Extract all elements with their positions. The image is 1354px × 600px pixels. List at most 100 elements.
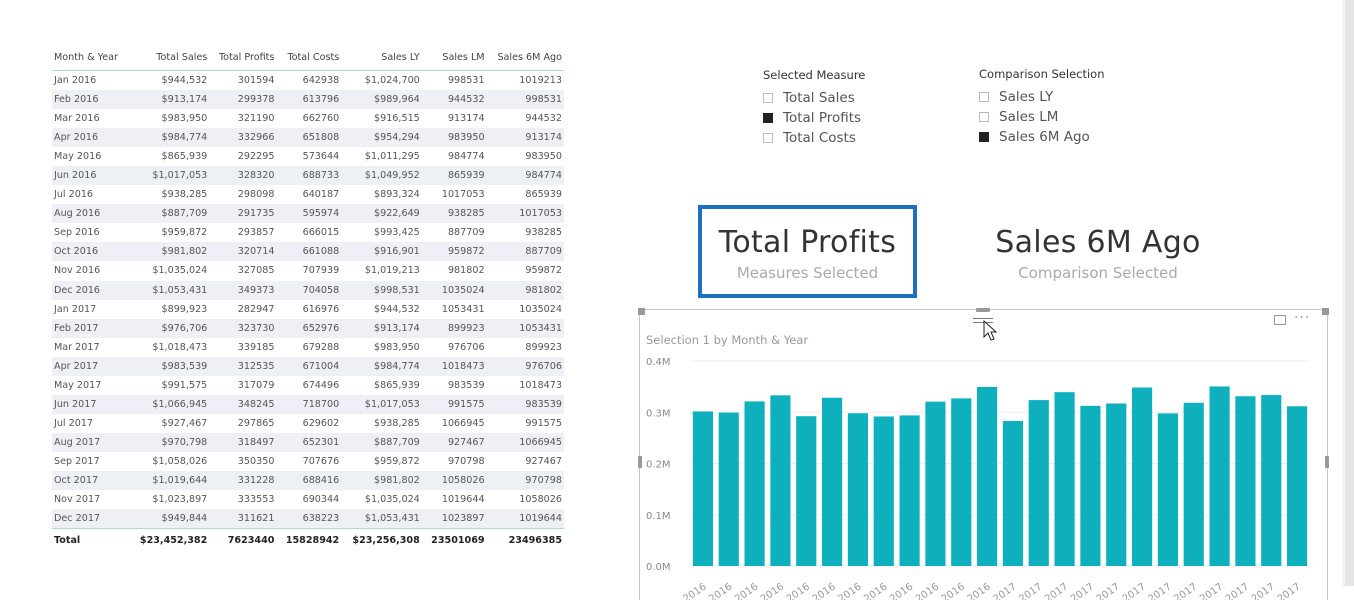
table-cell: $887,709 xyxy=(128,204,210,224)
bar[interactable] xyxy=(822,397,843,566)
slicer-item[interactable]: Total Costs xyxy=(763,128,865,148)
x-tick-label: 2017 xyxy=(1043,581,1070,600)
checkbox[interactable] xyxy=(763,113,773,123)
bar[interactable] xyxy=(951,398,972,566)
table-cell: 1035024 xyxy=(519,303,562,315)
table-row: Aug 2016 $887,709 291735 595974 $922,649 9382… xyxy=(52,204,564,224)
slicer-item[interactable]: Sales 6M Ago xyxy=(979,127,1105,147)
table-cell: Oct 2016 xyxy=(52,242,129,262)
bar[interactable] xyxy=(1106,403,1127,566)
table-cell: $913,174 xyxy=(341,318,422,338)
bar[interactable] xyxy=(1183,402,1204,566)
table-cell: $938,285 xyxy=(374,417,420,429)
table-cell: $1,066,945 xyxy=(128,394,210,414)
table-cell: 1053431 xyxy=(486,318,564,338)
chart-plot: 0.0M0.1M0.2M0.3M0.4M20162016201620162016… xyxy=(646,357,1310,600)
table-cell: 339185 xyxy=(237,341,275,353)
table-row: Jun 2017 $1,066,945 348245 718700 $1,017,053… xyxy=(52,394,564,414)
comparison-selection-slicer: Comparison Selection Sales LY Sales LM Sal… xyxy=(979,67,1105,147)
column-header[interactable]: Sales LM xyxy=(421,50,487,71)
vertical-scrollbar[interactable] xyxy=(1345,0,1354,586)
table-cell: $1,053,431 xyxy=(128,280,210,300)
table-cell: $983,950 xyxy=(374,341,420,353)
bar[interactable] xyxy=(1080,405,1101,566)
table-cell: $899,923 xyxy=(161,303,208,315)
table-cell: Jun 2016 xyxy=(52,166,129,186)
bar[interactable] xyxy=(925,401,946,566)
bar[interactable] xyxy=(899,415,920,566)
table-cell: 331228 xyxy=(209,470,277,491)
table-cell: 661088 xyxy=(276,242,342,262)
table-cell: 976706 xyxy=(486,356,564,376)
slicer-item-label: Total Sales xyxy=(783,90,855,106)
table-cell: 959872 xyxy=(421,242,487,262)
bar[interactable] xyxy=(1209,386,1230,566)
card-label: Measures Selected xyxy=(736,264,879,282)
total-cell: 23496385 xyxy=(486,528,564,552)
table-cell: Jul 2017 xyxy=(54,417,94,429)
table-total-row: Total $23,452,382 7623440 15828942 $23,256,3… xyxy=(52,528,564,552)
table-cell: 297865 xyxy=(237,417,275,429)
table-row: Apr 2016 $984,774 332966 651808 $954,294 9839… xyxy=(52,128,564,148)
table-cell: Jun 2017 xyxy=(52,394,129,414)
checkbox[interactable] xyxy=(763,133,773,143)
x-tick-label: 2016 xyxy=(888,581,915,600)
table-cell: 718700 xyxy=(276,394,342,414)
slicer-item[interactable]: Total Sales xyxy=(763,88,865,108)
bar[interactable] xyxy=(1287,406,1308,566)
table-cell: 349373 xyxy=(209,280,277,300)
table-cell: Mar 2016 xyxy=(54,113,100,125)
checkbox[interactable] xyxy=(979,132,989,142)
bar[interactable] xyxy=(1132,387,1153,566)
table-cell: 348245 xyxy=(209,394,277,414)
table-cell: Feb 2016 xyxy=(52,90,129,110)
slicer-item[interactable]: Total Profits xyxy=(763,108,865,128)
slicer-item[interactable]: Sales LM xyxy=(979,107,1105,127)
bar[interactable] xyxy=(692,411,713,566)
bar[interactable] xyxy=(1028,400,1049,566)
table-cell: 984774 xyxy=(447,151,485,163)
checkbox[interactable] xyxy=(763,93,773,103)
comparison-selected-card[interactable]: Sales 6M Ago Comparison Selected xyxy=(980,225,1216,282)
table-cell: $927,467 xyxy=(161,417,208,429)
bar[interactable] xyxy=(744,401,765,566)
bar[interactable] xyxy=(977,386,998,566)
bar[interactable] xyxy=(796,416,817,566)
column-header[interactable]: Sales 6M Ago xyxy=(486,50,564,71)
column-header[interactable]: Sales LY xyxy=(341,50,422,71)
bar[interactable] xyxy=(1261,395,1282,566)
table-cell: 321190 xyxy=(237,113,275,125)
table-cell: 1017053 xyxy=(441,189,485,201)
bar[interactable] xyxy=(1235,396,1256,566)
checkbox[interactable] xyxy=(979,112,989,122)
slicer-item-label: Sales 6M Ago xyxy=(999,129,1090,145)
column-header[interactable]: Total Sales xyxy=(128,50,210,71)
table-cell: 865939 xyxy=(421,166,487,186)
table-cell: 332966 xyxy=(209,128,277,148)
slicer-item[interactable]: Sales LY xyxy=(979,87,1105,107)
bar[interactable] xyxy=(770,395,791,566)
bar[interactable] xyxy=(847,413,868,566)
table-cell: Nov 2016 xyxy=(54,265,101,277)
table-cell: $944,532 xyxy=(161,75,208,87)
table-cell: $984,774 xyxy=(128,128,210,148)
table-cell: Oct 2017 xyxy=(52,470,129,491)
slicer-title: Comparison Selection xyxy=(979,67,1105,81)
table-cell: $1,023,897 xyxy=(152,494,208,506)
bar[interactable] xyxy=(873,416,894,566)
checkbox[interactable] xyxy=(979,92,989,102)
bar[interactable] xyxy=(1002,420,1023,566)
table-row: Oct 2016 $981,802 320714 661088 $916,901 9598… xyxy=(52,242,564,262)
column-header[interactable]: Total Costs xyxy=(276,50,342,71)
column-header[interactable]: Total Profits xyxy=(209,50,277,71)
table-row: Jun 2016 $1,017,053 328320 688733 $1,049,952… xyxy=(52,166,564,186)
bar-chart-visual[interactable]: ··· Selection 1 by Month & Year 0.0M 0.1M… xyxy=(638,308,1329,600)
bar[interactable] xyxy=(1054,392,1075,566)
bar[interactable] xyxy=(1157,413,1178,566)
y-tick-label: 0.3M xyxy=(646,408,671,419)
x-tick-label: 2016 xyxy=(681,581,708,600)
measure-selected-card[interactable]: Total Profits Measures Selected xyxy=(698,205,917,298)
column-header[interactable]: Month & Year xyxy=(52,50,129,71)
bar[interactable] xyxy=(718,412,739,566)
table-row: Dec 2016 $1,053,431 349373 704058 $998,531 10… xyxy=(52,280,564,300)
